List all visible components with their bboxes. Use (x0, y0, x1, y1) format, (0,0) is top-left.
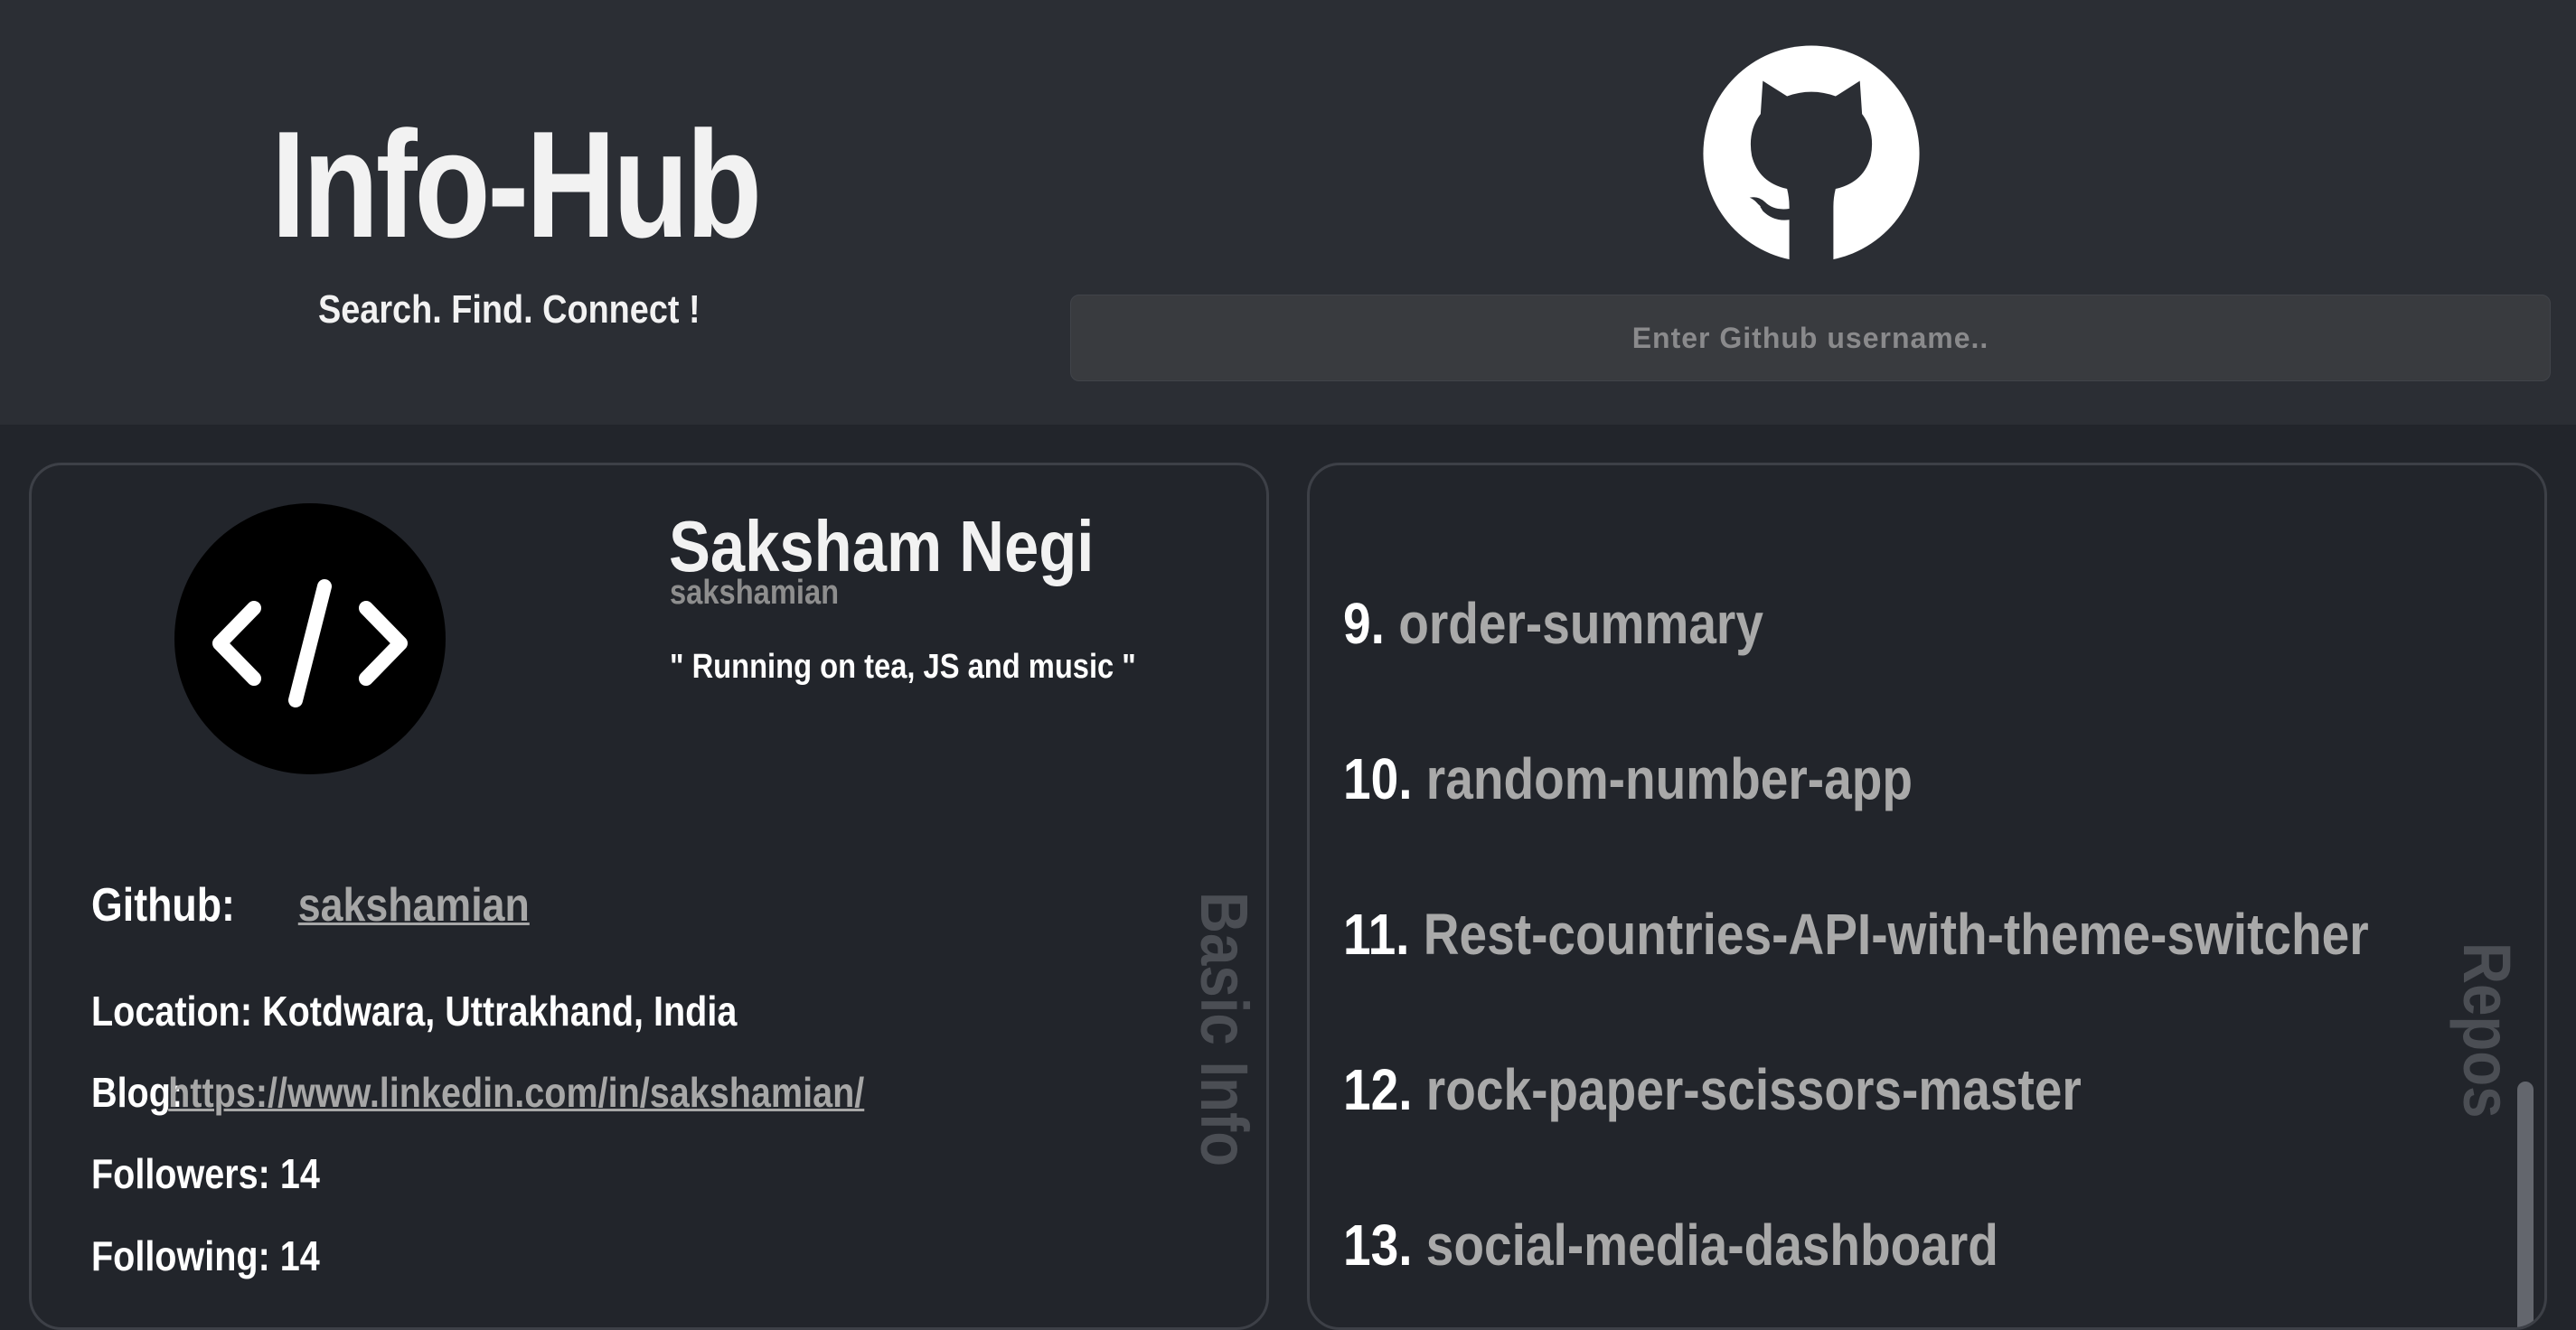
repo-number: 13. (1343, 1213, 1413, 1278)
repos-panel: 9. order-summary 10. random-number-app 11.… (1307, 463, 2547, 1330)
repo-number: 9. (1343, 591, 1385, 656)
basic-info-side-label: Basic Info (1187, 892, 1262, 1167)
repo-name-link[interactable]: rock-paper-scissors-master (1426, 1057, 2082, 1122)
repo-number: 12. (1343, 1057, 1413, 1122)
location-value: Kotdwara, Uttrakhand, India (261, 988, 738, 1035)
repo-name-link[interactable]: Rest-countries-API-with-theme-switcher (1424, 902, 2369, 967)
repo-list-item[interactable]: 13. social-media-dashboard (1343, 1212, 1998, 1278)
github-row: Github: sakshamian (91, 878, 530, 932)
header: Info-Hub Search. Find. Connect ! (0, 0, 2576, 425)
repos-scrollbar[interactable] (2517, 1082, 2534, 1327)
repos-side-label: Repos (2449, 942, 2524, 1119)
location-label: Location: (91, 988, 253, 1035)
github-profile-link[interactable]: sakshamian (298, 878, 530, 932)
github-label: Github: (91, 879, 235, 932)
profile-bio: " Running on tea, JS and music " (670, 648, 1136, 686)
followers-count: 14 (279, 1150, 320, 1197)
repo-name-link[interactable]: random-number-app (1426, 746, 1913, 811)
repo-list-item[interactable]: 11. Rest-countries-API-with-theme-switch… (1343, 901, 2369, 968)
followers-row: Followers: 14 (91, 1149, 320, 1198)
code-icon (212, 579, 408, 707)
app-title: Info-Hub (271, 99, 762, 269)
avatar (174, 503, 446, 774)
blog-row: Blog: https://www.linkedin.com/in/saksha… (91, 1068, 864, 1117)
following-row: Following: 14 (91, 1232, 320, 1280)
repo-list-item[interactable]: 9. order-summary (1343, 590, 1763, 657)
location-row: Location: Kotdwara, Uttrakhand, India (91, 987, 737, 1035)
basic-info-panel: Saksham Negi sakshamian " Running on tea… (29, 463, 1269, 1330)
profile-username: sakshamian (670, 574, 840, 612)
repo-name-link[interactable]: social-media-dashboard (1426, 1213, 1998, 1278)
following-label: Following: (91, 1232, 270, 1279)
followers-label: Followers: (91, 1150, 270, 1197)
repo-number: 11. (1343, 902, 1410, 967)
username-search-input[interactable] (1070, 295, 2551, 381)
repo-number: 10. (1343, 746, 1413, 811)
app-tagline: Search. Find. Connect ! (318, 287, 700, 332)
github-octocat-icon (1703, 45, 1920, 262)
following-count: 14 (279, 1232, 320, 1279)
repo-list-item[interactable]: 10. random-number-app (1343, 745, 1913, 812)
blog-link[interactable]: https://www.linkedin.com/in/sakshamian/ (168, 1068, 864, 1117)
repo-name-link[interactable]: order-summary (1398, 591, 1763, 656)
repo-list-item[interactable]: 12. rock-paper-scissors-master (1343, 1056, 2082, 1123)
